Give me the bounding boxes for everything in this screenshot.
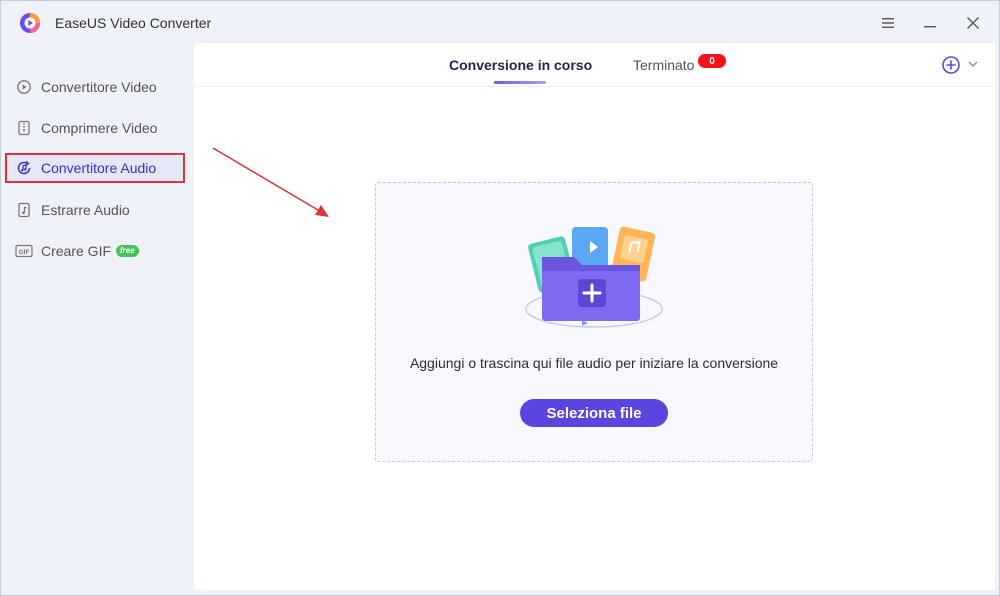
title-bar: EaseUS Video Converter [1,1,1000,43]
add-file-button[interactable] [941,55,961,75]
sidebar-item-label: Convertitore Video [41,79,157,95]
sidebar-item-label: Estrarre Audio [41,202,130,218]
video-convert-icon [15,78,33,96]
free-badge: free [116,245,139,257]
audio-convert-icon [15,159,33,177]
sidebar-item-video-converter[interactable]: Convertitore Video [5,72,185,102]
app-logo-icon [19,12,41,34]
sidebar-item-label: Comprimere Video [41,120,158,136]
app-window: EaseUS Video Converter Convertitore Vide… [0,0,1000,596]
close-icon [967,17,979,29]
sidebar-item-audio-converter[interactable]: Convertitore Audio [5,153,185,183]
sidebar-item-extract-audio[interactable]: Estrarre Audio [5,195,185,225]
minimize-icon [924,26,936,28]
svg-text:GIF: GIF [19,249,30,256]
close-button[interactable] [962,12,984,34]
folder-add-icon [524,219,666,337]
sidebar-item-label: Convertitore Audio [41,160,157,176]
app-title: EaseUS Video Converter [55,15,212,31]
minimize-button[interactable] [919,12,941,34]
tab-finished[interactable]: Terminato [633,57,694,73]
extract-audio-icon [15,201,33,219]
active-tab-indicator [494,81,546,84]
compress-icon [15,119,33,137]
main-panel: Conversione in corso Terminato 0 Aggiung… [194,43,995,590]
add-options-dropdown[interactable] [966,57,980,71]
select-file-button[interactable]: Seleziona file [520,399,668,427]
sidebar: Convertitore Video Comprimere Video Conv… [1,43,193,596]
tab-converting[interactable]: Conversione in corso [449,57,592,73]
tab-bar: Conversione in corso Terminato 0 [194,43,995,87]
menu-button[interactable] [877,12,899,34]
file-drop-zone[interactable]: Aggiungi o trascina qui file audio per i… [375,182,813,462]
menu-icon [882,18,894,28]
gif-icon: GIF [15,242,33,260]
finished-count-badge: 0 [698,54,726,68]
sidebar-item-compress-video[interactable]: Comprimere Video [5,113,185,143]
sidebar-item-label: Creare GIF [41,243,112,259]
plus-circle-icon [942,56,960,74]
sidebar-item-create-gif[interactable]: GIF Creare GIF free [5,236,185,266]
drop-instruction: Aggiungi o trascina qui file audio per i… [409,355,779,371]
chevron-down-icon [968,61,978,67]
